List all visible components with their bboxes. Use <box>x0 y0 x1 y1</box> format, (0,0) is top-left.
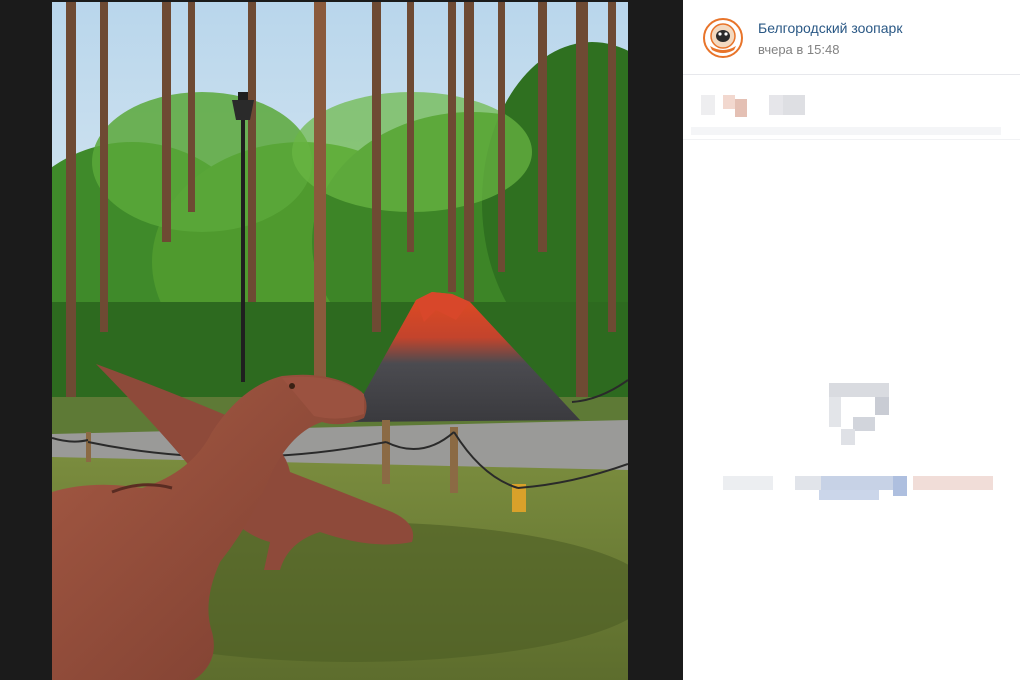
photo-stage[interactable] <box>0 0 683 680</box>
zoo-logo-icon <box>703 18 743 58</box>
obscured-post-text <box>683 75 1020 140</box>
photo-viewer: Белгородский зоопарк вчера в 15:48 <box>0 0 1020 680</box>
post-header: Белгородский зоопарк вчера в 15:48 <box>683 0 1020 75</box>
post-side-panel: Белгородский зоопарк вчера в 15:48 <box>683 0 1020 680</box>
comments-area <box>683 140 1020 680</box>
comment-placeholder-icon <box>829 383 889 445</box>
author-name-link[interactable]: Белгородский зоопарк <box>758 20 902 36</box>
photo-image <box>52 2 628 680</box>
post-photo[interactable] <box>52 2 628 680</box>
author-avatar[interactable] <box>703 18 743 58</box>
obscured-empty-comments-text <box>723 470 1003 504</box>
post-timestamp[interactable]: вчера в 15:48 <box>758 42 839 57</box>
